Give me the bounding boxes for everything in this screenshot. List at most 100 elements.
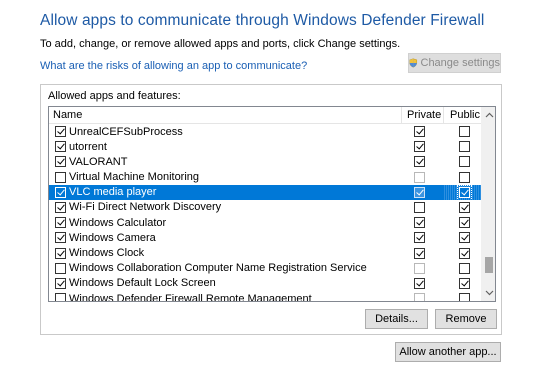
app-enabled-checkbox[interactable] — [55, 247, 66, 259]
public-checkbox[interactable] — [459, 277, 470, 289]
list-item[interactable]: Windows Calculator — [49, 215, 481, 230]
app-enabled-checkbox[interactable] — [55, 126, 66, 137]
app-name-cell: Virtual Machine Monitoring — [55, 170, 199, 185]
public-checkbox[interactable] — [459, 232, 470, 244]
app-enabled-checkbox[interactable] — [55, 171, 66, 183]
app-name-cell: Windows Collaboration Computer Name Regi… — [55, 261, 367, 276]
public-checkbox[interactable] — [459, 201, 470, 213]
chevron-down-icon[interactable] — [481, 285, 495, 301]
public-checkbox[interactable] — [459, 186, 470, 198]
app-name-cell: Wi-Fi Direct Network Discovery — [55, 200, 221, 215]
private-cell — [414, 156, 425, 170]
app-name-label: Windows Collaboration Computer Name Regi… — [69, 262, 367, 275]
app-name-cell: VALORANT — [55, 154, 127, 169]
chevron-up-icon[interactable] — [481, 107, 495, 123]
app-name-label: Windows Clock — [69, 247, 145, 259]
app-name-cell: Windows Clock — [55, 246, 144, 261]
private-cell — [414, 126, 425, 140]
allowed-apps-group: Allowed apps and features: Name Private … — [40, 84, 502, 335]
app-name-label: Windows Defender Firewall Remote Managem… — [69, 292, 312, 302]
column-header-private[interactable]: Private — [401, 107, 443, 124]
private-checkbox[interactable] — [414, 217, 425, 229]
shield-icon — [409, 58, 418, 68]
list-item[interactable]: utorrent — [49, 139, 481, 154]
list-item[interactable]: Windows Collaboration Computer Name Regi… — [49, 261, 481, 276]
app-name-label: UnrealCEFSubProcess — [69, 125, 183, 138]
app-name-cell: Windows Camera — [55, 230, 156, 245]
details-button[interactable]: Details... — [365, 309, 428, 329]
app-name-label: Windows Default Lock Screen — [69, 277, 216, 290]
private-cell — [414, 201, 425, 216]
app-enabled-checkbox[interactable] — [55, 277, 66, 289]
private-checkbox[interactable] — [414, 171, 425, 183]
private-cell — [414, 217, 425, 231]
list-item[interactable]: Windows Defender Firewall Remote Managem… — [49, 291, 481, 302]
public-cell — [459, 126, 470, 140]
app-enabled-checkbox[interactable] — [55, 156, 66, 168]
risks-link[interactable]: What are the risks of allowing an app to… — [40, 60, 307, 72]
scrollbar-thumb[interactable] — [485, 257, 493, 273]
public-checkbox[interactable] — [459, 141, 470, 153]
allowed-apps-list[interactable]: Name Private Public UnrealCEFSubProcess u… — [48, 106, 496, 302]
column-header-public[interactable]: Public — [443, 107, 481, 124]
public-cell — [459, 141, 470, 155]
app-name-cell: UnrealCEFSubProcess — [55, 124, 183, 139]
private-checkbox[interactable] — [414, 141, 425, 153]
private-checkbox[interactable] — [414, 201, 425, 213]
private-checkbox[interactable] — [414, 156, 425, 168]
app-enabled-checkbox[interactable] — [55, 293, 66, 301]
public-checkbox[interactable] — [459, 293, 470, 301]
app-name-label: VALORANT — [69, 155, 128, 168]
public-cell — [459, 156, 470, 170]
private-checkbox[interactable] — [414, 262, 425, 274]
list-item[interactable]: UnrealCEFSubProcess — [49, 124, 481, 139]
page-subtitle: To add, change, or remove allowed apps a… — [40, 38, 401, 50]
app-enabled-checkbox[interactable] — [55, 141, 66, 153]
list-item[interactable]: Windows Default Lock Screen — [49, 276, 481, 291]
app-enabled-checkbox[interactable] — [55, 262, 66, 274]
remove-button[interactable]: Remove — [435, 309, 497, 329]
private-checkbox[interactable] — [414, 247, 425, 259]
public-checkbox[interactable] — [459, 171, 470, 183]
list-item[interactable]: Windows Camera — [49, 230, 481, 245]
list-item[interactable]: Virtual Machine Monitoring — [49, 170, 481, 185]
list-item[interactable]: VLC media player — [49, 184, 481, 203]
public-checkbox[interactable] — [459, 126, 470, 137]
column-header-name[interactable]: Name — [49, 107, 401, 124]
public-cell — [459, 171, 470, 186]
vertical-scrollbar[interactable] — [481, 107, 495, 301]
app-name-label: Wi-Fi Direct Network Discovery — [69, 201, 222, 214]
private-cell — [414, 141, 425, 155]
public-checkbox[interactable] — [459, 262, 470, 274]
app-enabled-checkbox[interactable] — [55, 186, 66, 198]
private-checkbox[interactable] — [414, 232, 425, 244]
app-name-cell: Windows Defender Firewall Remote Managem… — [55, 291, 312, 302]
app-enabled-checkbox[interactable] — [55, 201, 66, 213]
allow-another-app-button[interactable]: Allow another app... — [395, 342, 501, 362]
public-checkbox[interactable] — [459, 247, 470, 259]
app-enabled-checkbox[interactable] — [55, 232, 66, 244]
private-checkbox[interactable] — [414, 293, 425, 301]
app-enabled-checkbox[interactable] — [55, 217, 66, 229]
page-title: Allow apps to communicate through Window… — [40, 12, 485, 29]
public-cell — [459, 217, 470, 231]
list-item[interactable]: VALORANT — [49, 154, 481, 169]
private-cell — [414, 277, 425, 292]
app-name-cell: Windows Calculator — [55, 215, 166, 230]
list-rows: UnrealCEFSubProcess utorrent VALORANT Virtu… — [49, 124, 481, 302]
public-checkbox[interactable] — [459, 217, 470, 229]
change-settings-button[interactable]: Change settings — [408, 53, 501, 73]
app-name-label: VLC media player — [69, 186, 157, 199]
public-cell — [459, 201, 470, 216]
app-name-label: utorrent — [69, 140, 107, 153]
public-cell — [459, 293, 470, 301]
list-item[interactable]: Windows Clock — [49, 246, 481, 261]
app-name-label: Windows Calculator — [69, 216, 167, 229]
private-checkbox[interactable] — [414, 126, 425, 137]
private-checkbox[interactable] — [414, 186, 425, 198]
list-item[interactable]: Wi-Fi Direct Network Discovery — [49, 200, 481, 215]
allowed-apps-label: Allowed apps and features: — [48, 90, 181, 102]
private-checkbox[interactable] — [414, 277, 425, 289]
public-cell — [459, 232, 470, 246]
public-checkbox[interactable] — [459, 156, 470, 168]
